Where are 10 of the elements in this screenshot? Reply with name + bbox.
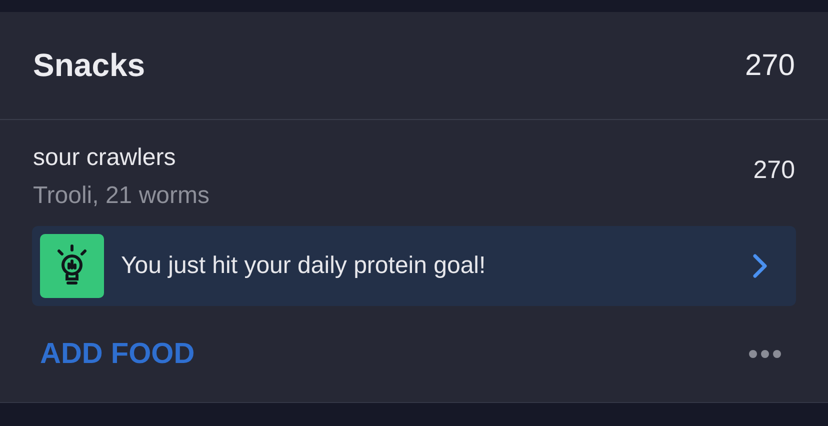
- meal-calories: 270: [744, 48, 795, 82]
- banner-message: You just hit your daily protein goal!: [121, 252, 487, 280]
- more-icon[interactable]: [748, 349, 782, 359]
- food-calories: 270: [753, 156, 795, 186]
- goal-banner[interactable]: You just hit your daily protein goal!: [32, 226, 796, 306]
- food-detail: Trooli, 21 worms: [33, 182, 210, 210]
- meal-title: Snacks: [33, 47, 146, 84]
- chevron-icon: [752, 253, 768, 279]
- lightbulb-icon: [40, 234, 104, 298]
- food-name: sour crawlers: [33, 144, 177, 172]
